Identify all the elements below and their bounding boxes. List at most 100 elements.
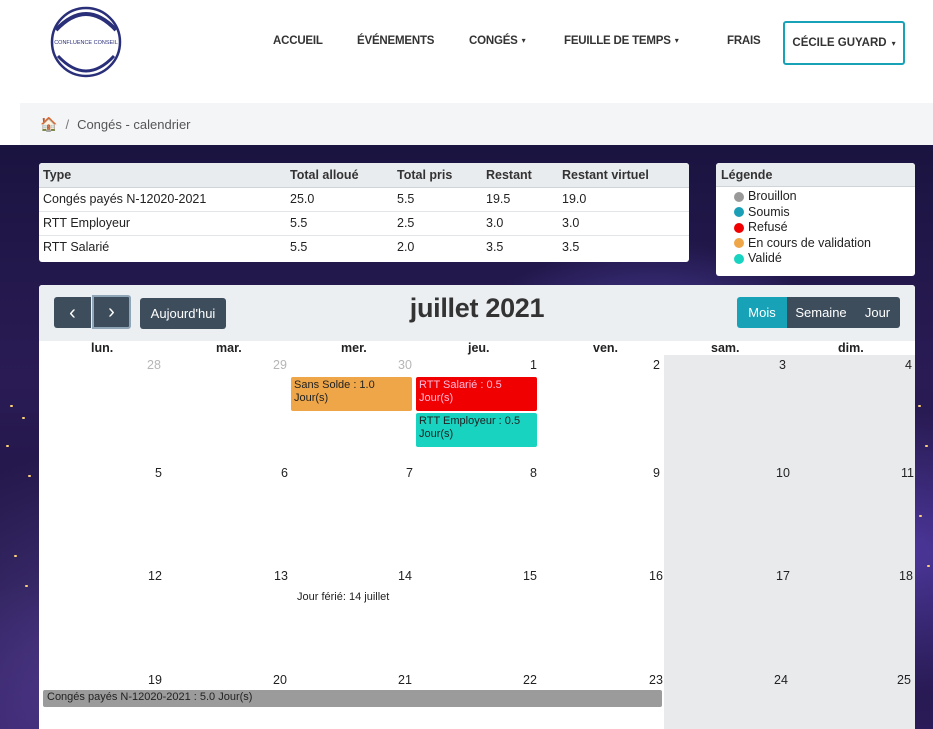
weekday-header: mar.	[216, 341, 242, 355]
cell-type: Congés payés N-12020-2021	[39, 187, 286, 212]
col-header-restant-virtuel: Restant virtuel	[558, 163, 689, 188]
event-sans-solde[interactable]: Sans Solde : 1.0 Jour(s)	[291, 377, 412, 411]
day-cell-number[interactable]: 19	[148, 673, 162, 687]
nav-conges-dropdown[interactable]: CONGÉS ▾	[469, 35, 526, 47]
cell-restant-virtuel: 3.5	[562, 240, 580, 255]
weekday-header: dim.	[838, 341, 864, 355]
day-cell-number[interactable]: 14	[398, 569, 412, 583]
holiday-label: Jour férié: 14 juillet	[297, 591, 390, 603]
legend-title: Légende	[716, 163, 915, 187]
day-cell-number[interactable]: 24	[774, 673, 788, 687]
day-cell-number[interactable]: 9	[653, 466, 660, 480]
view-day-button[interactable]: Jour	[855, 297, 900, 328]
day-cell-number[interactable]: 20	[273, 673, 287, 687]
cell-type: RTT Employeur	[39, 211, 286, 236]
caret-down-icon: ▾	[891, 38, 896, 48]
table-row: Congés payés N-12020-2021 25.0 5.5 19.5 …	[39, 187, 689, 212]
breadcrumb-current: Congés - calendrier	[77, 116, 191, 132]
col-header-restant: Restant	[482, 163, 558, 188]
cell-restant-virtuel: 19.0	[558, 187, 689, 212]
day-cell-number[interactable]: 7	[406, 466, 413, 480]
breadcrumb-separator: /	[65, 116, 70, 132]
day-cell-number[interactable]: 28	[147, 358, 161, 372]
home-icon[interactable]: 🏠	[40, 116, 57, 133]
confluence-conseil-logo[interactable]: CONFLUENCE CONSEIL	[34, 0, 132, 84]
day-cell-number[interactable]: 29	[273, 358, 287, 372]
nav-feuille-de-temps-dropdown[interactable]: FEUILLE DE TEMPS ▾	[564, 35, 679, 47]
cell-total-alloue: 5.5	[290, 240, 308, 255]
cell-type: RTT Salarié	[43, 240, 110, 255]
day-cell-number[interactable]: 12	[148, 569, 162, 583]
legend-item-soumis: Soumis	[734, 205, 915, 221]
weekday-header: mer.	[341, 341, 367, 355]
legend-panel: Légende Brouillon Soumis Refusé En cours…	[716, 163, 915, 276]
legend-item-valide: Validé	[734, 251, 915, 267]
weekday-header: sam.	[711, 341, 740, 355]
cell-restant-virtuel: 3.0	[558, 211, 689, 236]
day-cell-number[interactable]: 22	[523, 673, 537, 687]
col-header-total-alloue: Total alloué	[286, 163, 393, 188]
nav-evenements[interactable]: ÉVÉNEMENTS	[357, 35, 434, 47]
day-cell-number[interactable]: 13	[274, 569, 288, 583]
user-menu-button[interactable]: CÉCILE GUYARD ▾	[783, 21, 905, 65]
calendar-toolbar: ‹ › Aujourd'hui juillet 2021 Mois Semain…	[39, 285, 915, 341]
event-rtt-salarie[interactable]: RTT Salarié : 0.5 Jour(s)	[416, 377, 537, 411]
cell-total-pris: 5.5	[393, 187, 482, 212]
day-cell-number[interactable]: 18	[899, 569, 913, 583]
day-cell-number[interactable]: 10	[776, 466, 790, 480]
day-cell-number[interactable]: 1	[530, 358, 537, 372]
status-dot-icon	[734, 222, 744, 233]
table-row: RTT Salarié 5.5 2.0 3.5 3.5	[39, 235, 689, 259]
legend-item-brouillon: Brouillon	[734, 189, 915, 205]
event-rtt-employeur[interactable]: RTT Employeur : 0.5 Jour(s)	[416, 413, 537, 447]
table-header-row: Type Total alloué Total pris Restant Res…	[39, 163, 689, 188]
view-month-button[interactable]: Mois	[737, 297, 787, 328]
day-cell-number[interactable]: 3	[779, 358, 786, 372]
cell-total-pris: 2.5	[393, 211, 482, 236]
day-cell-number[interactable]: 2	[653, 358, 660, 372]
breadcrumb: 🏠 / Congés - calendrier	[20, 103, 933, 145]
weekday-header: lun.	[91, 341, 114, 355]
weekend-columns	[664, 355, 915, 729]
day-cell-number[interactable]: 5	[155, 466, 162, 480]
col-header-total-pris: Total pris	[393, 163, 482, 188]
day-cell-number[interactable]: 30	[398, 358, 412, 372]
legend-item-refuse: Refusé	[734, 220, 915, 236]
weekday-header: jeu.	[468, 341, 490, 355]
day-cell-number[interactable]: 4	[905, 358, 912, 372]
day-cell-number[interactable]: 6	[281, 466, 288, 480]
table-row: RTT Employeur 5.5 2.5 3.0 3.0	[39, 211, 689, 236]
caret-down-icon: ▾	[521, 36, 526, 45]
day-cell-number[interactable]: 23	[649, 673, 663, 687]
leave-balance-table: Type Total alloué Total pris Restant Res…	[39, 163, 689, 262]
cell-restant: 19.5	[482, 187, 558, 212]
user-name: CÉCILE GUYARD	[792, 37, 887, 49]
logo-text: CONFLUENCE CONSEIL	[54, 40, 118, 46]
col-header-type: Type	[39, 163, 286, 188]
status-dot-icon	[734, 207, 744, 218]
weekday-header: ven.	[593, 341, 619, 355]
cell-total-pris: 2.0	[397, 240, 415, 255]
event-conges-payes[interactable]: Congés payés N-12020-2021 : 5.0 Jour(s)	[43, 690, 662, 707]
nav-accueil[interactable]: ACCUEIL	[273, 35, 323, 47]
status-dot-icon	[734, 191, 744, 202]
view-week-button[interactable]: Semaine	[787, 297, 855, 328]
day-cell-number[interactable]: 16	[649, 569, 663, 583]
caret-down-icon: ▾	[674, 36, 679, 45]
day-cell-number[interactable]: 17	[776, 569, 790, 583]
calendar: ‹ › Aujourd'hui juillet 2021 Mois Semain…	[39, 285, 915, 729]
day-cell-number[interactable]: 15	[523, 569, 537, 583]
status-dot-icon	[734, 238, 744, 249]
top-navbar: CONFLUENCE CONSEIL ACCUEIL ÉVÉNEMENTS CO…	[0, 0, 933, 100]
cell-total-alloue: 5.5	[286, 211, 393, 236]
status-dot-icon	[734, 253, 744, 264]
day-cell-number[interactable]: 11	[901, 466, 914, 480]
day-cell-number[interactable]: 25	[897, 673, 911, 687]
day-cell-number[interactable]: 8	[530, 466, 537, 480]
nav-frais[interactable]: FRAIS	[727, 35, 761, 47]
cell-restant: 3.5	[486, 240, 504, 255]
cell-restant: 3.0	[482, 211, 558, 236]
cell-total-alloue: 25.0	[286, 187, 393, 212]
day-cell-number[interactable]: 21	[398, 673, 412, 687]
legend-item-en-cours: En cours de validation	[734, 236, 915, 252]
